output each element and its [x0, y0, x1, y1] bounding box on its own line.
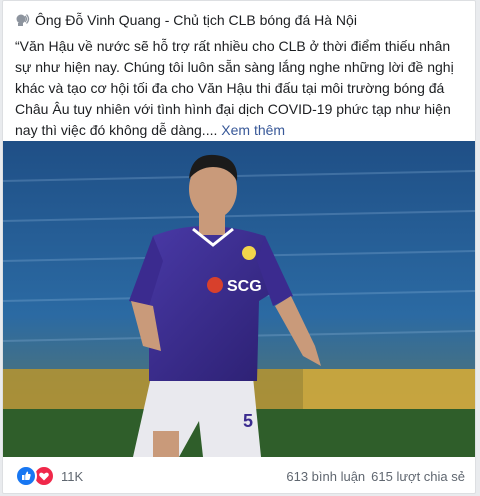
- speaker-icon: [16, 14, 30, 26]
- post-photo[interactable]: SCG 5: [3, 141, 475, 457]
- post-header: Ông Đỗ Vinh Quang - Chủ tịch CLB bóng đá…: [15, 11, 465, 29]
- player-photo: SCG 5: [3, 141, 475, 457]
- author-line: Ông Đỗ Vinh Quang - Chủ tịch CLB bóng đá…: [35, 12, 357, 28]
- reactions[interactable]: 11K: [15, 465, 83, 487]
- like-icon: [15, 465, 37, 487]
- see-more-link[interactable]: Xem thêm: [221, 122, 285, 138]
- reaction-count[interactable]: 11K: [61, 469, 83, 484]
- post-body: “Văn Hậu về nước sẽ hỗ trợ rất nhiều cho…: [15, 36, 467, 141]
- comment-count[interactable]: 613 bình luận: [286, 469, 365, 484]
- post-card: Ông Đỗ Vinh Quang - Chủ tịch CLB bóng đá…: [2, 0, 476, 494]
- shorts-number: 5: [243, 411, 253, 431]
- post-footer: 11K 613 bình luận 615 lượt chia sẻ: [15, 463, 465, 489]
- share-count[interactable]: 615 lượt chia sẻ: [371, 469, 465, 484]
- shirt-sponsor: SCG: [227, 278, 262, 295]
